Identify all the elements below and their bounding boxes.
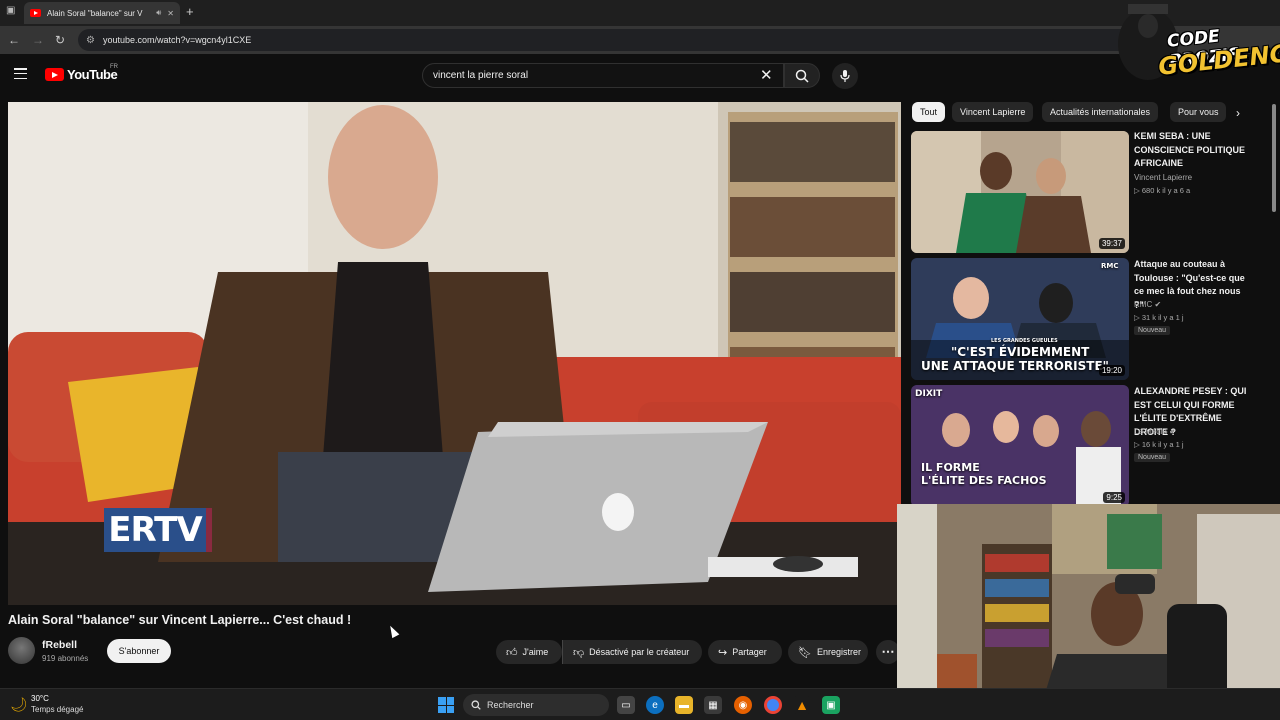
search-button[interactable] bbox=[784, 63, 820, 88]
clear-search-icon[interactable]: ✕ bbox=[760, 66, 773, 84]
save-button[interactable]: 🔖︎ Enregistrer bbox=[788, 640, 868, 664]
browser-toolbar: ← → ↻ ⚙︎ youtube.com/watch?v=wgcn4yl1CXE bbox=[0, 26, 1280, 54]
thumbnail-caption-line1: "C'EST ÉVIDEMMENT bbox=[951, 345, 1090, 359]
file-explorer-icon[interactable]: ▬ bbox=[675, 696, 693, 714]
thumbnail-channel-logo: DIXIT bbox=[915, 389, 943, 399]
speaker-icon[interactable]: 🔊︎ bbox=[156, 8, 161, 18]
thumbnail-caption-line2: UNE ATTAQUE TERRORISTE" bbox=[921, 359, 1109, 373]
related-channel-1[interactable]: Vincent Lapierre bbox=[1134, 173, 1192, 182]
forward-icon[interactable]: → bbox=[32, 33, 44, 47]
video-duration: 19:20 bbox=[1098, 365, 1125, 376]
video-duration: 9:25 bbox=[1103, 492, 1125, 503]
video-duration: 39:37 bbox=[1098, 238, 1125, 249]
firefox-icon[interactable]: ◉ bbox=[734, 696, 752, 714]
new-badge: Nouveau bbox=[1134, 453, 1171, 462]
sidebar-scrollbar[interactable] bbox=[1272, 104, 1276, 212]
video-title: Alain Soral "balance" sur Vincent Lapier… bbox=[8, 613, 352, 627]
thumbs-down-icon: 👎︎ bbox=[573, 646, 585, 659]
windows-start-icon[interactable] bbox=[438, 697, 454, 713]
tab-title: Alain Soral "balance" sur V bbox=[47, 8, 143, 18]
chevron-right-icon[interactable]: › bbox=[1236, 106, 1240, 120]
youtube-favicon-icon bbox=[30, 9, 41, 17]
thumbnail-caption-line2: L'ÉLITE DES FACHOS bbox=[921, 474, 1047, 487]
share-label: Partager bbox=[732, 647, 767, 657]
like-button[interactable]: 👍︎ J'aime bbox=[496, 640, 562, 664]
like-label: J'aime bbox=[522, 647, 549, 657]
youtube-play-icon bbox=[45, 68, 64, 81]
mouse-cursor-icon bbox=[386, 623, 400, 639]
search-query: vincent la pierre soral bbox=[433, 70, 529, 81]
chrome-icon[interactable] bbox=[764, 696, 782, 714]
related-meta-1: ▷ 680 k il y a 6 a bbox=[1134, 186, 1191, 195]
browser-tab[interactable]: Alain Soral "balance" sur V 🔊︎ ✕ bbox=[24, 2, 180, 24]
tab-list-icon[interactable]: ▣ bbox=[6, 5, 15, 16]
weather-description[interactable]: Temps dégagé bbox=[31, 705, 83, 714]
thumbnail-caption-line1: IL FORME bbox=[921, 461, 980, 474]
youtube-header: YouTube FR vincent la pierre soral ✕ bbox=[0, 54, 1280, 98]
related-thumbnail-1[interactable]: 39:37 bbox=[911, 131, 1129, 253]
thumbs-up-icon: 👍︎ bbox=[506, 646, 518, 659]
app-icon[interactable]: ▣ bbox=[822, 696, 840, 714]
search-icon bbox=[471, 700, 481, 710]
chip-for-you[interactable]: Pour vous bbox=[1170, 102, 1226, 122]
save-label: Enregistrer bbox=[816, 647, 861, 657]
chip-all[interactable]: Tout bbox=[912, 102, 946, 122]
close-tab-icon[interactable]: ✕ bbox=[167, 9, 174, 18]
subscribe-button[interactable]: S'abonner bbox=[107, 639, 171, 663]
bookmark-icon: 🔖︎ bbox=[798, 646, 812, 659]
url-text: youtube.com/watch?v=wgcn4yl1CXE bbox=[102, 35, 252, 45]
channel-avatar[interactable] bbox=[8, 637, 35, 664]
related-meta-2: ▷ 31 k il y a 1 j bbox=[1134, 313, 1184, 322]
new-tab-button[interactable]: + bbox=[186, 4, 194, 19]
microphone-icon bbox=[840, 70, 850, 82]
weather-moon-icon[interactable]: 🌙︎ bbox=[10, 696, 28, 713]
search-input[interactable]: vincent la pierre soral bbox=[422, 63, 784, 88]
windows-taskbar: 🌙︎ 30°C Temps dégagé Rechercher ▭ e ▬ ▦ … bbox=[0, 688, 1280, 720]
browser-tab-bar: ▣ Alain Soral "balance" sur V 🔊︎ ✕ + bbox=[0, 0, 1280, 26]
channel-name[interactable]: fRebell bbox=[42, 639, 77, 651]
edge-icon[interactable]: e bbox=[646, 696, 664, 714]
verified-icon: ✔︎ bbox=[1154, 300, 1162, 309]
vlc-icon[interactable]: ▲ bbox=[793, 696, 811, 714]
site-info-icon[interactable]: ⚙︎ bbox=[86, 35, 95, 46]
related-title-1[interactable]: KEMI SEBA : UNE CONSCIENCE POLITIQUE AFR… bbox=[1134, 130, 1252, 171]
menu-icon[interactable] bbox=[14, 68, 27, 79]
thumbnail-corner-logo: RMC bbox=[1101, 262, 1119, 270]
video-player[interactable]: ERTV bbox=[8, 102, 901, 605]
channel-watermark: ERTV bbox=[104, 508, 212, 552]
task-view-icon[interactable]: ▭ bbox=[617, 696, 635, 714]
share-button[interactable]: ↪ Partager bbox=[708, 640, 782, 664]
related-thumbnail-3[interactable]: DIXIT IL FORME L'ÉLITE DES FACHOS 9:25 bbox=[911, 385, 1129, 507]
search-icon bbox=[795, 69, 809, 83]
related-meta-3: ▷ 16 k il y a 1 j bbox=[1134, 440, 1184, 449]
new-badge: Nouveau bbox=[1134, 326, 1171, 335]
thumbnail-image bbox=[911, 131, 1129, 253]
subscriber-count: 919 abonnés bbox=[42, 654, 89, 663]
voice-search-button[interactable] bbox=[832, 63, 858, 89]
back-icon[interactable]: ← bbox=[8, 33, 20, 47]
share-icon: ↪ bbox=[718, 646, 728, 659]
country-code: FR bbox=[110, 64, 118, 70]
store-icon[interactable]: ▦ bbox=[704, 696, 722, 714]
related-thumbnail-2[interactable]: RMC LES GRANDES GUEULES "C'EST ÉVIDEMMEN… bbox=[911, 258, 1129, 380]
thumbnail-image bbox=[911, 385, 1129, 507]
taskbar-search[interactable]: Rechercher bbox=[463, 694, 609, 716]
url-bar[interactable]: ⚙︎ youtube.com/watch?v=wgcn4yl1CXE bbox=[78, 29, 1158, 51]
related-channel-3[interactable]: Le Média ✔︎ bbox=[1134, 427, 1176, 436]
related-channel-2[interactable]: RMC ✔︎ bbox=[1134, 300, 1161, 309]
dislike-label: Désactivé par le créateur bbox=[589, 647, 690, 657]
chip-international-news[interactable]: Actualités internationales bbox=[1042, 102, 1159, 122]
taskbar-search-placeholder: Rechercher bbox=[487, 700, 534, 710]
verified-icon: ✔︎ bbox=[1169, 427, 1176, 436]
reload-icon[interactable]: ↻ bbox=[55, 33, 65, 47]
thumbnail-caption-top: LES GRANDES GUEULES bbox=[991, 338, 1058, 344]
dislike-button[interactable]: 👎︎ Désactivé par le créateur bbox=[562, 640, 702, 664]
chip-vincent-lapierre[interactable]: Vincent Lapierre bbox=[952, 102, 1034, 122]
weather-temperature[interactable]: 30°C bbox=[31, 694, 49, 703]
youtube-logo[interactable]: YouTube FR bbox=[45, 64, 118, 82]
